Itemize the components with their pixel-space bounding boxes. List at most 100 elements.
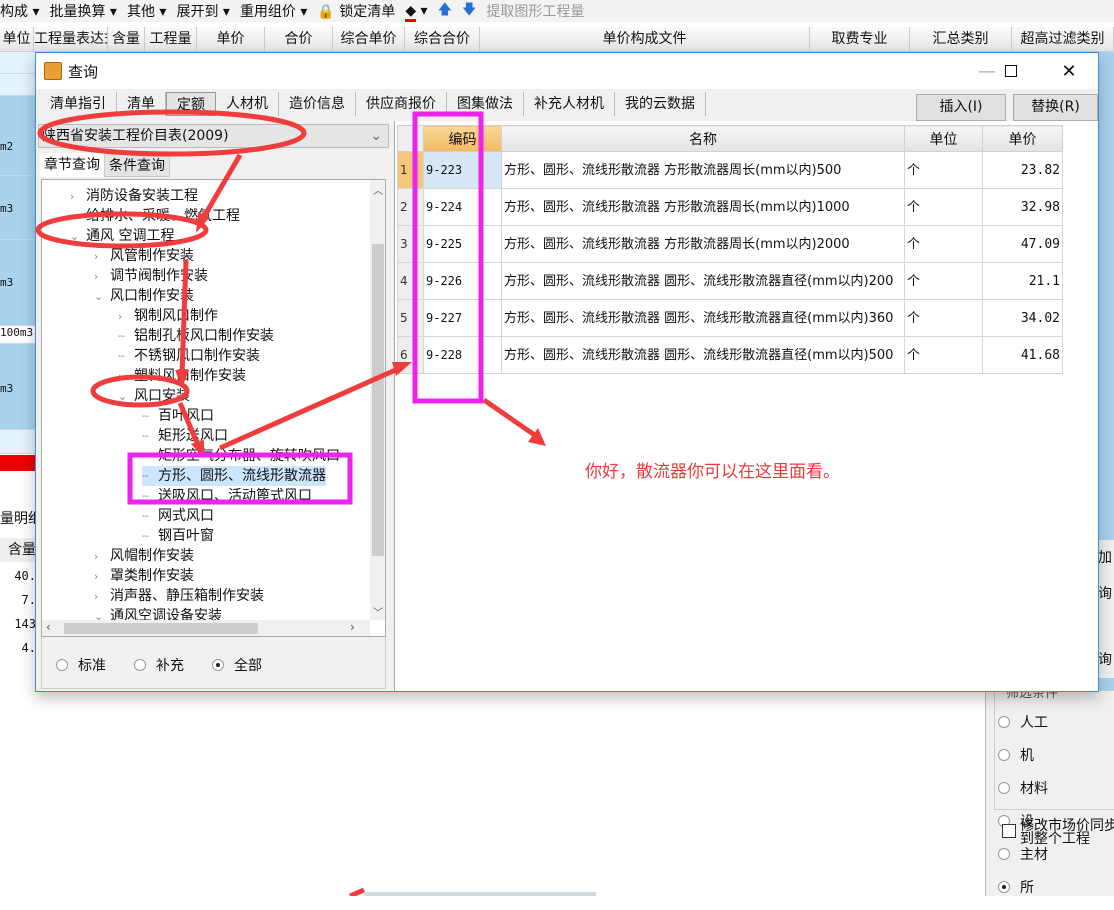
col-content[interactable]: 含量	[108, 27, 145, 51]
radio-button[interactable]	[998, 782, 1010, 794]
col-unit-price[interactable]: 单价	[197, 27, 265, 51]
radio-button[interactable]	[212, 659, 224, 671]
library-select[interactable]: 陕西省安装工程价目表(2009) ⌄	[38, 124, 389, 148]
tree-node[interactable]: ⌄ 风口安装	[118, 386, 190, 406]
radio-button[interactable]	[56, 659, 68, 671]
insert-button[interactable]: 插入(I)	[916, 94, 1006, 121]
toolbar-expand-to[interactable]: 展开到 ▾	[176, 1, 229, 21]
dialog-titlebar[interactable]: 查询 — ✕	[36, 53, 1098, 89]
tab-3[interactable]: 人材机	[216, 92, 279, 116]
radio-option[interactable]: 主材	[998, 844, 1080, 873]
tree-node[interactable]: ┄ 矩形送风口	[142, 426, 228, 446]
table-row[interactable]: 3 9-225 方形、圆形、流线形散流器 方形散流器周长(mm以内)2000 个 47.…	[397, 225, 1063, 263]
col-price-file[interactable]: 单价构成文件	[480, 27, 810, 51]
toolbar-batch-convert[interactable]: 批量换算 ▾	[49, 1, 116, 21]
chevron-right-icon[interactable]: ›	[70, 207, 86, 227]
toolbar-compose[interactable]: 构成 ▾	[0, 1, 39, 21]
radio-button[interactable]	[998, 848, 1010, 860]
tab-2[interactable]: 定额	[166, 92, 216, 116]
move-up-icon[interactable]: 🡅	[438, 0, 452, 23]
table-row[interactable]: 1 9-223 方形、圆形、流线形散流器 方形散流器周长(mm以内)500 个 23.8…	[397, 151, 1063, 189]
chevron-right-icon[interactable]: ›	[94, 267, 110, 287]
tree-node[interactable]: › 消防设备安装工程	[70, 186, 198, 206]
tree-node[interactable]: ┄ 不锈钢风口制作安装	[118, 346, 260, 366]
tree-node[interactable]: ┄ 百叶风口	[142, 406, 214, 426]
tab-8[interactable]: 我的云数据	[615, 92, 706, 116]
chevron-right-icon[interactable]: ›	[94, 567, 110, 587]
bg-query-button[interactable]: 询	[1098, 576, 1114, 612]
radio-option[interactable]: 材料	[998, 778, 1080, 807]
col-unit[interactable]: 单位	[0, 27, 34, 51]
fill-color-button[interactable]: ◆ ▾	[405, 3, 428, 22]
scroll-up-icon[interactable]: ︿	[373, 182, 383, 197]
tab-7[interactable]: 补充人材机	[524, 92, 615, 116]
col-fee-type[interactable]: 取费专业	[810, 27, 910, 51]
tab-0[interactable]: 清单指引	[40, 92, 117, 116]
chevron-right-icon[interactable]: ›	[94, 247, 110, 267]
scroll-thumb[interactable]	[372, 244, 384, 556]
tab-1[interactable]: 清单	[117, 92, 166, 116]
chevron-right-icon[interactable]: ›	[118, 367, 134, 387]
table-row[interactable]: 5 9-227 方形、圆形、流线形散流器 圆形、流线形散流器直径(mm以内)360 个…	[397, 299, 1063, 337]
tree-node[interactable]: ┄ 钢百叶窗	[142, 526, 214, 546]
checkbox-box[interactable]	[1002, 824, 1016, 838]
tree-node[interactable]: ┄ 网式风口	[142, 506, 214, 526]
tree-node[interactable]: › 罩类制作安装	[94, 566, 194, 586]
radio-button[interactable]	[998, 749, 1010, 761]
col-expression[interactable]: 工程量表达式	[34, 27, 108, 51]
header-code[interactable]: 编码	[423, 125, 502, 152]
tree-node[interactable]: › 风帽制作安装	[94, 546, 194, 566]
toolbar-lock-list[interactable]: 🔒 锁定清单	[317, 1, 395, 21]
toolbar-extract-quantity[interactable]: 提取图形工程量	[486, 1, 584, 21]
table-row[interactable]: 4 9-226 方形、圆形、流线形散流器 圆形、流线形散流器直径(mm以内)200 个…	[397, 262, 1063, 300]
toolbar-reuse-pricing[interactable]: 重用组价 ▾	[240, 1, 307, 21]
chevron-right-icon[interactable]: ›	[94, 587, 110, 607]
col-total[interactable]: 合价	[265, 27, 333, 51]
header-unit[interactable]: 单位	[904, 125, 983, 152]
tree-horizontal-scrollbar[interactable]: ‹ ›	[42, 620, 370, 636]
chevron-down-icon[interactable]: ⌄	[70, 227, 86, 247]
tree-node[interactable]: ⌄ 通风 空调工程	[70, 226, 174, 246]
row-number[interactable]: 5	[397, 299, 424, 337]
tab-4[interactable]: 造价信息	[279, 92, 356, 116]
bg-add-button[interactable]: 加	[1098, 540, 1114, 576]
row-number[interactable]: 4	[397, 262, 424, 300]
sync-price-checkbox[interactable]: 修改市场价同步到整个工程	[1002, 819, 1114, 846]
replace-button[interactable]: 替换(R)	[1013, 94, 1098, 121]
tree-node[interactable]: › 调节阀制作安装	[94, 266, 208, 286]
tree-node[interactable]: › 风管制作安装	[94, 246, 194, 266]
tab-chapter-query[interactable]: 章节查询	[40, 153, 104, 177]
radio-button[interactable]	[998, 881, 1010, 893]
header-name[interactable]: 名称	[501, 125, 905, 152]
tree-node[interactable]: › 消声器、静压箱制作安装	[94, 586, 264, 606]
tree-node[interactable]: › 给排水、采暖、燃气工程	[70, 206, 240, 226]
header-price[interactable]: 单价	[982, 125, 1063, 152]
scroll-right-icon[interactable]: ›	[350, 620, 355, 634]
col-composite-price[interactable]: 综合单价	[333, 27, 405, 51]
col-summary-type[interactable]: 汇总类别	[910, 27, 1012, 51]
chevron-right-icon[interactable]: ›	[94, 547, 110, 567]
maximize-button[interactable]	[988, 53, 1034, 89]
radio-option[interactable]: 人工	[998, 712, 1080, 741]
row-number[interactable]: 6	[397, 336, 424, 374]
col-quantity[interactable]: 工程量	[145, 27, 197, 51]
tree-vertical-scrollbar[interactable]: ︿ ﹀	[370, 180, 385, 620]
radio-option[interactable]: 标准	[56, 655, 106, 675]
close-button[interactable]: ✕	[1046, 53, 1092, 89]
radio-option[interactable]: 所	[998, 877, 1080, 906]
radio-button[interactable]	[134, 659, 146, 671]
table-row[interactable]: 2 9-224 方形、圆形、流线形散流器 方形散流器周长(mm以内)1000 个 32.…	[397, 188, 1063, 226]
chevron-down-icon[interactable]: ⌄	[94, 287, 110, 307]
tree-node[interactable]: ┄ 矩形空气分布器、旋转吹风口	[142, 446, 340, 466]
tab-condition-query[interactable]: 条件查询	[104, 153, 170, 177]
move-down-icon[interactable]: 🡇	[462, 0, 476, 23]
col-composite-total[interactable]: 综合合价	[405, 27, 480, 51]
row-number[interactable]: 1	[397, 151, 424, 189]
tree-node[interactable]: ┄ 铝制孔板风口制作安装	[118, 326, 274, 346]
tree-node[interactable]: ⌄ 风口制作安装	[94, 286, 194, 306]
row-number[interactable]: 2	[397, 188, 424, 226]
col-height-filter[interactable]: 超高过滤类别	[1012, 27, 1114, 51]
scroll-left-icon[interactable]: ‹	[46, 620, 51, 634]
tree-node[interactable]: › 钢制风口制作	[118, 306, 218, 326]
radio-button[interactable]	[998, 716, 1010, 728]
